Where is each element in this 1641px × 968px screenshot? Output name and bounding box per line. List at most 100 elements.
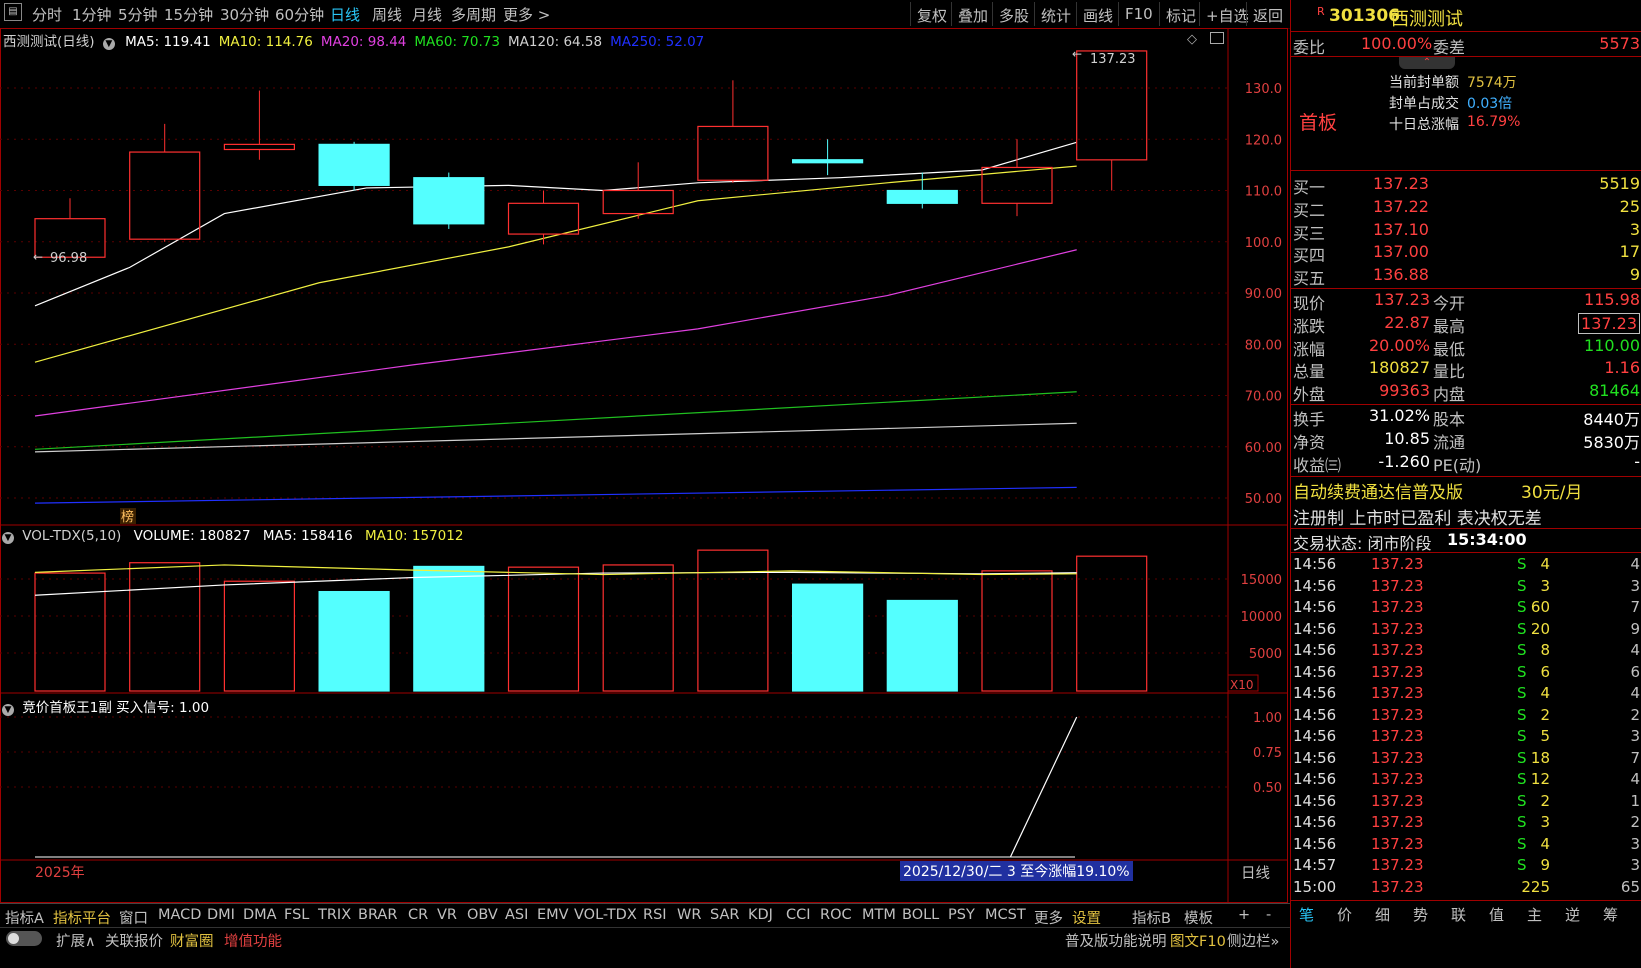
f10-link[interactable]: 图文F10 (1170, 930, 1226, 951)
volume-tick-label: 10000 (1241, 610, 1282, 625)
tool-button-8[interactable]: 返回 (1246, 2, 1289, 26)
indicator-tab-17[interactable]: SAR (710, 907, 739, 923)
panel-tab-0[interactable]: 笔 (1299, 904, 1314, 925)
indicator-tab-9[interactable]: CR (408, 907, 428, 923)
period-tab-8[interactable]: 月线 (412, 4, 442, 25)
indicator-tab-6[interactable]: FSL (284, 907, 309, 923)
indicator-tab-2[interactable]: 窗口 (119, 907, 148, 928)
indicator-tab-0[interactable]: 指标A (5, 907, 44, 928)
indicator-tab-20[interactable]: ROC (820, 907, 852, 923)
panel-tab-2[interactable]: 细 (1375, 904, 1390, 925)
indicator-tab-26[interactable]: 设置 (1072, 907, 1101, 928)
vol-legend-ma5: MA5: 158416 (262, 528, 353, 544)
seal-label: 当前封单额 (1389, 75, 1459, 91)
period-tab-10[interactable]: 更多 > (503, 4, 550, 25)
legend-toggle-icon[interactable]: ▼ (2, 532, 14, 544)
toggle-switch[interactable] (6, 931, 42, 946)
bid-row[interactable]: 买四 137.00 17 (1291, 242, 1641, 265)
tick-side: S (1517, 727, 1527, 745)
period-tab-1[interactable]: 1分钟 (72, 4, 112, 25)
value-added-button[interactable]: 增值功能 (224, 930, 282, 951)
tick-count: 3 (1630, 576, 1640, 595)
indicator-tab-5[interactable]: DMA (243, 907, 277, 923)
indicator-tab-21[interactable]: MTM (862, 907, 896, 923)
tick-price: 137.23 (1371, 834, 1424, 853)
indicator-tab-4[interactable]: DMI (207, 907, 235, 923)
period-tab-3[interactable]: 15分钟 (164, 4, 213, 25)
indicator-tab-7[interactable]: TRIX (318, 907, 351, 923)
indicator-tab-14[interactable]: VOL-TDX (574, 907, 637, 923)
collapse-icon[interactable]: ⌃ (1399, 57, 1455, 69)
panel-tab-8[interactable]: 筹 (1603, 904, 1618, 925)
indicator-tab-10[interactable]: VR (437, 907, 457, 923)
indicator-tab-28[interactable]: 模板 (1184, 907, 1213, 928)
indicator-tab-24[interactable]: MCST (985, 907, 1026, 923)
tool-button-3[interactable]: 统计 (1034, 2, 1077, 26)
indicator-tab-8[interactable]: BRAR (358, 907, 397, 923)
stock-header: R 301306 西测测试 (1291, 5, 1641, 30)
indicator-tab-12[interactable]: ASI (505, 907, 528, 923)
trade-state: 交易状态: 闭市阶段 (1293, 534, 1432, 553)
indicator-tab-18[interactable]: KDJ (748, 907, 773, 923)
indicator-tab-16[interactable]: WR (677, 907, 701, 923)
period-tab-2[interactable]: 5分钟 (118, 4, 158, 25)
period-tab-5[interactable]: 60分钟 (275, 4, 324, 25)
indicator-tab-11[interactable]: OBV (467, 907, 498, 923)
kline-chart[interactable]: 130.0 120.0 110.0 100.0 90.00 80.00 70.00 60.00… (0, 28, 1288, 903)
period-tab-7[interactable]: 周线 (372, 4, 402, 25)
legend-toggle-icon[interactable]: ▼ (2, 704, 14, 716)
tick-price: 137.23 (1371, 576, 1424, 595)
stat-label-2: 最低 (1433, 339, 1466, 359)
indicator-tab-23[interactable]: PSY (948, 907, 975, 923)
panel-tab-3[interactable]: 势 (1413, 904, 1428, 925)
sidebar-toggle[interactable]: 侧边栏» (1227, 930, 1279, 951)
indicator-tab-19[interactable]: CCI (786, 907, 811, 923)
indicator-tab-15[interactable]: RSI (643, 907, 667, 923)
indicator-tab-1[interactable]: 指标平台 (53, 907, 111, 928)
weibi-label: 委比 (1293, 38, 1326, 57)
candle-body (602, 189, 674, 215)
tick-volume: 4 (1540, 555, 1550, 573)
bid-row[interactable]: 买二 137.22 25 (1291, 197, 1641, 220)
panel-tab-7[interactable]: 逆 (1565, 904, 1580, 925)
indicator-tab-30[interactable]: - (1266, 907, 1271, 923)
period-tab-4[interactable]: 30分钟 (220, 4, 269, 25)
seal-line: 十日总涨幅 16.79% (1291, 114, 1641, 136)
candle-body (981, 166, 1053, 204)
bid-row[interactable]: 买三 137.10 3 (1291, 220, 1641, 243)
tool-button-2[interactable]: 多股 (992, 2, 1035, 26)
indicator-tab-3[interactable]: MACD (158, 907, 201, 923)
tool-button-1[interactable]: 叠加 (951, 2, 994, 26)
stat-value: 22.87 (1384, 312, 1430, 332)
indicator-tab-25[interactable]: 更多 (1034, 907, 1063, 928)
tick-price: 137.23 (1371, 705, 1424, 724)
tick-side: S (1517, 576, 1527, 595)
tool-button-6[interactable]: 标记 (1159, 2, 1202, 26)
panel-tab-5[interactable]: 值 (1489, 904, 1504, 925)
bid-label: 买三 (1293, 223, 1326, 243)
tick-count: 9 (1630, 619, 1640, 638)
panel-tab-1[interactable]: 价 (1337, 904, 1352, 925)
tool-button-4[interactable]: 画线 (1076, 2, 1119, 26)
panel-tab-4[interactable]: 联 (1451, 904, 1466, 925)
seal-value: 0.03倍 (1467, 96, 1513, 112)
tool-button-0[interactable]: 复权 (910, 2, 953, 26)
indicator-tab-27[interactable]: 指标B (1132, 907, 1171, 928)
tick-volume: 4 (1540, 834, 1550, 853)
period-tab-6[interactable]: 日线 (330, 4, 360, 25)
indicator-tab-29[interactable]: + (1238, 907, 1250, 923)
bid-row[interactable]: 买五 136.88 9 (1291, 265, 1641, 288)
bid-row[interactable]: 买一 137.23 5519 (1291, 174, 1641, 197)
period-tab-0[interactable]: 分时 (32, 4, 62, 25)
window-menu-icon[interactable]: ▤ (4, 3, 22, 21)
panel-tab-6[interactable]: 主 (1527, 904, 1542, 925)
expand-button[interactable]: 扩展∧ (56, 930, 96, 951)
linked-quote-button[interactable]: 关联报价 (105, 930, 163, 951)
tool-button-5[interactable]: F10 (1118, 2, 1159, 26)
wealth-circle-button[interactable]: 财富圈 (170, 930, 214, 951)
ad-row-1[interactable]: 自动续费通达信普及版 30元/月 (1291, 478, 1641, 503)
period-tab-9[interactable]: 多周期 (451, 4, 496, 25)
indicator-tab-13[interactable]: EMV (537, 907, 569, 923)
help-link[interactable]: 普及版功能说明 (1065, 930, 1167, 951)
indicator-tab-22[interactable]: BOLL (902, 907, 939, 923)
